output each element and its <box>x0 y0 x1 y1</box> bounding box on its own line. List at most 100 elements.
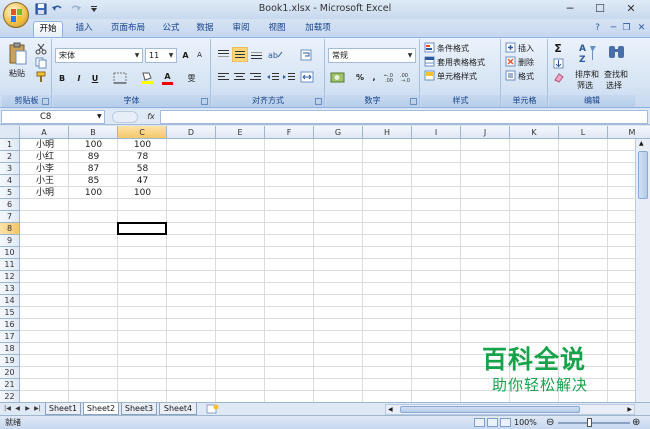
name-box[interactable]: C8 <box>1 110 105 124</box>
fill-color-icon[interactable] <box>140 71 154 84</box>
tab-view[interactable]: 视图 <box>264 21 290 37</box>
workbook-close-icon[interactable]: ✕ <box>636 23 647 34</box>
sheet-tab[interactable]: Sheet1 <box>45 403 81 415</box>
table-cell[interactable]: 78 <box>118 151 167 163</box>
row-header[interactable]: 17 <box>0 331 20 343</box>
align-bottom-icon[interactable] <box>250 49 263 60</box>
help-icon[interactable]: ? <box>592 23 603 34</box>
sort-filter-label[interactable]: 排序和 <box>575 69 599 80</box>
column-header[interactable]: H <box>363 126 412 139</box>
sort-filter-label2[interactable]: 筛选 <box>577 80 593 91</box>
page-break-view-icon[interactable] <box>500 418 511 427</box>
alignment-launcher-icon[interactable] <box>315 98 322 105</box>
next-sheet-icon[interactable]: ▶ <box>23 404 32 414</box>
delete-cells-icon[interactable] <box>505 56 516 67</box>
row-header[interactable]: 20 <box>0 367 20 379</box>
align-right-icon[interactable] <box>249 72 262 82</box>
table-cell[interactable]: 小红 <box>36 151 54 163</box>
table-cell[interactable]: 100 <box>118 139 167 151</box>
find-select-icon[interactable] <box>607 42 627 62</box>
row-header[interactable]: 21 <box>0 379 20 391</box>
orientation-icon[interactable]: ab <box>268 49 284 60</box>
column-header[interactable]: D <box>167 126 216 139</box>
horizontal-scrollbar[interactable]: ◀ ▶ <box>385 404 635 415</box>
format-label[interactable]: 格式 <box>518 71 534 82</box>
wrap-text-icon[interactable] <box>300 49 312 61</box>
insert-function-button[interactable]: fx <box>142 110 160 124</box>
autosum-button[interactable]: Σ <box>552 41 564 56</box>
delete-label[interactable]: 删除 <box>518 57 534 68</box>
close-button[interactable]: ✕ <box>621 2 641 16</box>
column-header[interactable]: A <box>20 126 69 139</box>
scroll-up-icon[interactable]: ▲ <box>639 140 644 147</box>
column-header[interactable]: B <box>69 126 118 139</box>
row-header[interactable]: 5 <box>0 187 20 199</box>
selected-cell[interactable] <box>117 222 167 235</box>
row-header[interactable]: 19 <box>0 355 20 367</box>
tab-review[interactable]: 审阅 <box>228 21 254 37</box>
scroll-left-icon[interactable]: ◀ <box>388 405 393 414</box>
column-header[interactable]: M <box>608 126 650 139</box>
formula-bar-splitter[interactable] <box>112 111 138 123</box>
table-cell[interactable]: 87 <box>69 163 118 175</box>
find-select-label2[interactable]: 选择 <box>606 80 622 91</box>
zoom-level[interactable]: 100% <box>514 417 537 429</box>
formula-input[interactable] <box>160 110 648 124</box>
column-header[interactable]: J <box>461 126 510 139</box>
office-button[interactable] <box>3 2 29 28</box>
zoom-slider-thumb[interactable] <box>587 418 592 427</box>
increase-indent-icon[interactable] <box>283 72 296 82</box>
vertical-scrollbar[interactable]: ▲ <box>635 139 650 402</box>
column-header[interactable]: F <box>265 126 314 139</box>
row-header[interactable]: 3 <box>0 163 20 175</box>
tab-addins[interactable]: 加载项 <box>300 21 336 37</box>
table-cell[interactable]: 89 <box>69 151 118 163</box>
italic-button[interactable]: I <box>73 71 85 86</box>
conditional-formatting-label[interactable]: 条件格式 <box>437 43 469 54</box>
column-header[interactable]: I <box>412 126 461 139</box>
copy-icon[interactable] <box>35 57 47 69</box>
zoom-slider[interactable] <box>558 422 630 424</box>
clipboard-launcher-icon[interactable] <box>42 98 49 105</box>
table-cell[interactable]: 100 <box>118 187 167 199</box>
column-header[interactable]: G <box>314 126 363 139</box>
row-header[interactable]: 15 <box>0 307 20 319</box>
table-cell[interactable]: 85 <box>69 175 118 187</box>
number-format-select[interactable]: 常规 ▼ <box>328 48 416 63</box>
column-header[interactable]: E <box>216 126 265 139</box>
increase-decimal-icon[interactable]: ←.0.00 <box>384 72 398 83</box>
select-all-corner[interactable] <box>0 126 20 139</box>
table-cell[interactable]: 100 <box>69 187 118 199</box>
row-header[interactable]: 14 <box>0 295 20 307</box>
row-header[interactable]: 2 <box>0 151 20 163</box>
format-as-table-icon[interactable] <box>424 56 435 67</box>
fill-icon[interactable] <box>553 58 564 69</box>
normal-view-icon[interactable] <box>474 418 485 427</box>
insert-label[interactable]: 插入 <box>518 43 534 54</box>
maximize-button[interactable]: ☐ <box>590 2 610 16</box>
name-box-dropdown-icon[interactable]: ▼ <box>97 110 102 124</box>
ribbon-restore-icon[interactable]: ❐ <box>621 23 632 34</box>
cut-icon[interactable] <box>35 43 47 55</box>
table-cell[interactable]: 58 <box>118 163 167 175</box>
sheet-tab[interactable]: Sheet4 <box>159 403 197 415</box>
row-header[interactable]: 22 <box>0 391 20 402</box>
align-center-icon[interactable] <box>233 72 246 82</box>
scroll-right-icon[interactable]: ▶ <box>627 405 632 414</box>
row-header[interactable]: 6 <box>0 199 20 211</box>
font-size-select[interactable]: 11 ▼ <box>145 48 177 63</box>
format-painter-icon[interactable] <box>35 71 47 83</box>
table-cell[interactable]: 小王 <box>36 175 54 187</box>
paste-icon[interactable] <box>8 42 28 66</box>
row-header[interactable]: 18 <box>0 343 20 355</box>
column-header[interactable]: K <box>510 126 559 139</box>
paste-label[interactable]: 粘贴 <box>9 68 25 79</box>
merge-center-icon[interactable] <box>300 71 314 83</box>
insert-cells-icon[interactable] <box>505 42 516 53</box>
row-header[interactable]: 8 <box>0 223 20 235</box>
row-header[interactable]: 16 <box>0 319 20 331</box>
format-cells-icon[interactable] <box>505 70 516 81</box>
format-as-table-label[interactable]: 套用表格格式 <box>437 57 485 68</box>
table-cell[interactable]: 小明 <box>36 187 54 199</box>
row-header[interactable]: 13 <box>0 283 20 295</box>
